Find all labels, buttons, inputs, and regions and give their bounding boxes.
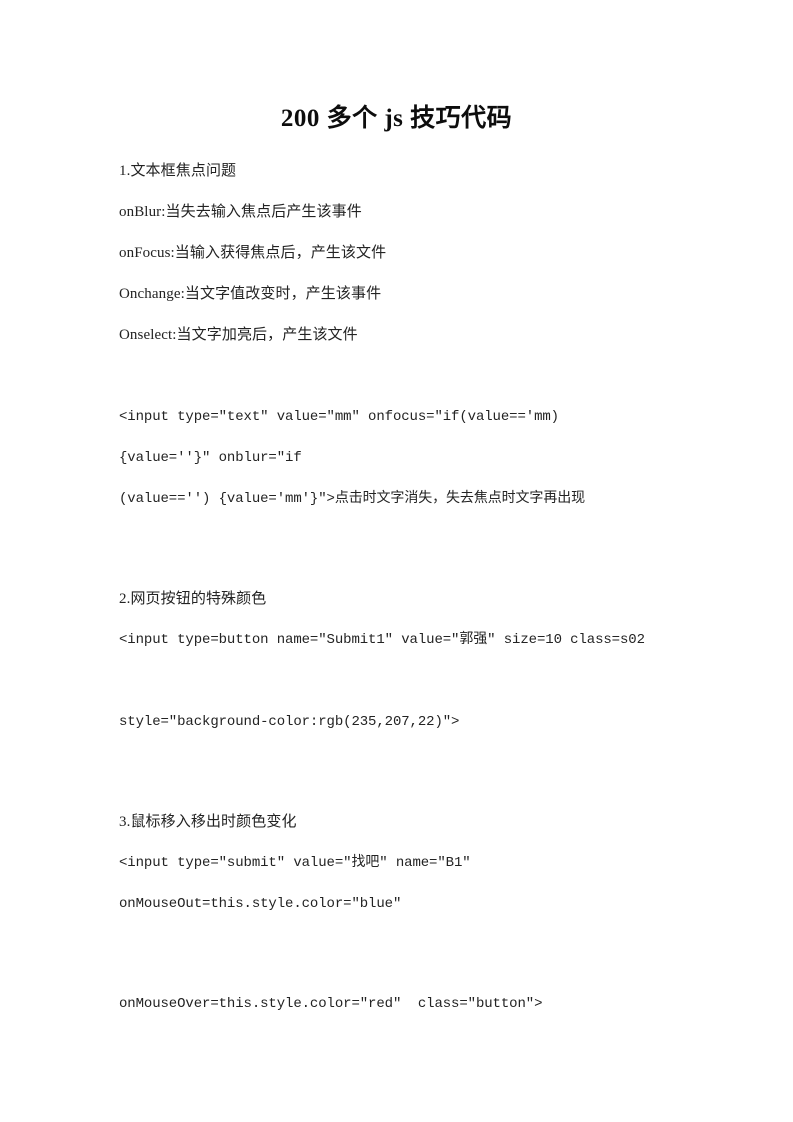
- document-page: 200 多个 js 技巧代码 1.文本框焦点问题 onBlur:当失去输入焦点后…: [0, 0, 793, 1122]
- code-line-onmouseover: onMouseOver=this.style.color="red" class…: [119, 996, 543, 1012]
- page-title: 200 多个 js 技巧代码: [280, 105, 513, 132]
- event-onchange-line: Onchange:当文字值改变时，产生该事件: [119, 286, 382, 302]
- event-onfocus-line: onFocus:当输入获得焦点后，产生该文件: [119, 245, 387, 261]
- code-line-background-color: style="background-color:rgb(235,207,22)"…: [119, 714, 460, 730]
- document-body: 1.文本框焦点问题 onBlur:当失去输入焦点后产生该事件 onFocus:当…: [119, 163, 719, 1037]
- code-line-input-button: <input type=button name="Submit1" value=…: [119, 632, 645, 648]
- code-line-onblur: {value=''}" onblur="if: [119, 450, 302, 466]
- section-heading-3: 3.鼠标移入移出时颜色变化: [119, 814, 297, 830]
- section-heading-1: 1.文本框焦点问题: [119, 163, 237, 179]
- section-heading-2: 2.网页按钮的特殊颜色: [119, 591, 267, 607]
- code-line-onmouseout: onMouseOut=this.style.color="blue": [119, 896, 402, 912]
- event-onselect-line: Onselect:当文字加亮后，产生该文件: [119, 327, 358, 343]
- code-line-input-text: <input type="text" value="mm" onfocus="i…: [119, 409, 559, 425]
- code-line-value-reset: (value=='') {value='mm'}">点击时文字消失，失去焦点时文…: [119, 491, 586, 507]
- code-line-input-submit: <input type="submit" value="找吧" name="B1…: [119, 855, 471, 871]
- event-onblur-line: onBlur:当失去输入焦点后产生该事件: [119, 204, 362, 220]
